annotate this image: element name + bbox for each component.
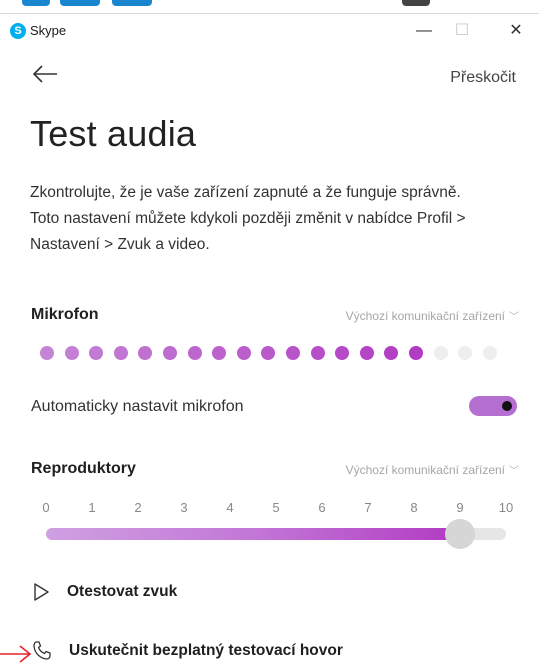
- chevron-down-icon: ﹀: [509, 466, 519, 477]
- close-button[interactable]: ✕: [498, 19, 534, 43]
- volume-tick: 6: [318, 500, 326, 515]
- maximize-button[interactable]: ☐: [444, 19, 480, 43]
- meter-dot: [187, 346, 202, 360]
- volume-tick: 4: [226, 500, 234, 515]
- play-icon: [34, 583, 49, 601]
- meter-dot: [40, 346, 54, 360]
- meter-dot: [310, 346, 325, 360]
- description-line: Zkontrolujte, že je vaše zařízení zapnut…: [30, 184, 461, 201]
- volume-tick: 10: [498, 500, 514, 515]
- microphone-device-select[interactable]: Výchozí komunikační zařízení ﹀: [345, 308, 519, 324]
- speakers-label: Reproduktory: [31, 460, 136, 477]
- back-button[interactable]: [32, 62, 58, 86]
- description: Zkontrolujte, že je vaše zařízení zapnut…: [30, 180, 530, 258]
- auto-mic-label: Automaticky nastavit mikrofon: [31, 398, 244, 415]
- volume-slider-track[interactable]: [46, 528, 506, 540]
- top-strip: [0, 0, 539, 14]
- meter-dot: [261, 346, 276, 360]
- page-title: Test audia: [30, 113, 197, 154]
- volume-tick: 3: [180, 500, 188, 515]
- app-title: Skype: [30, 23, 67, 38]
- minimize-button[interactable]: —: [406, 19, 442, 43]
- meter-dot: [64, 346, 79, 360]
- test-sound-button[interactable]: Otestovat zvuk: [31, 582, 177, 602]
- meter-dot: [335, 346, 350, 360]
- meter-dot: [359, 346, 374, 360]
- microphone-level-meter: [40, 346, 520, 362]
- arrow-left-icon: [32, 65, 57, 83]
- volume-slider-thumb[interactable]: [445, 519, 475, 549]
- description-line: Nastavení > Zvuk a video.: [30, 236, 210, 253]
- volume-tick: 5: [272, 500, 280, 515]
- meter-dot: [384, 346, 399, 360]
- top-tab-fragment: [22, 0, 50, 6]
- meter-dot: [138, 346, 153, 360]
- test-call-label: Uskutečnit bezplatný testovací hovor: [69, 642, 343, 659]
- microphone-device-value: Výchozí komunikační zařízení: [345, 308, 505, 323]
- red-annotation-arrow-icon: [0, 645, 32, 663]
- volume-slider-fill: [46, 528, 460, 540]
- skip-link[interactable]: Přeskočit: [450, 69, 516, 87]
- toggle-knob: [502, 401, 512, 411]
- chevron-down-icon: ﹀: [509, 312, 519, 323]
- volume-tick: 1: [88, 500, 96, 515]
- meter-dot: [212, 346, 227, 360]
- description-line: Toto nastavení můžete kdykoli později zm…: [30, 210, 466, 227]
- meter-dot: [482, 346, 497, 360]
- test-call-button[interactable]: Uskutečnit bezplatný testovací hovor: [31, 640, 343, 662]
- meter-dot: [113, 346, 128, 360]
- test-sound-label: Otestovat zvuk: [67, 583, 178, 600]
- meter-dot: [236, 346, 251, 360]
- meter-dot: [89, 346, 104, 360]
- microphone-label: Mikrofon: [31, 306, 99, 323]
- volume-tick: 8: [410, 500, 418, 515]
- meter-dot: [433, 346, 448, 360]
- top-tab-fragment: [112, 0, 152, 6]
- title-bar: S Skype — ☐ ✕: [0, 14, 539, 48]
- skype-logo-icon: S: [10, 23, 26, 39]
- top-tab-fragment: [60, 0, 100, 6]
- phone-icon: [33, 641, 51, 660]
- volume-tick-labels: 0 1 2 3 4 5 6 7 8 9 10: [31, 500, 521, 520]
- top-tab-fragment: [402, 0, 430, 6]
- volume-tick: 9: [456, 500, 464, 515]
- meter-dot: [409, 346, 423, 360]
- meter-dot: [286, 346, 300, 360]
- meter-dot: [163, 346, 177, 360]
- speakers-device-select[interactable]: Výchozí komunikační zařízení ﹀: [345, 462, 519, 478]
- meter-dot: [458, 346, 473, 360]
- auto-mic-toggle[interactable]: [469, 396, 517, 416]
- volume-tick: 7: [364, 500, 372, 515]
- volume-tick: 2: [134, 500, 142, 515]
- volume-tick: 0: [42, 500, 50, 515]
- speakers-device-value: Výchozí komunikační zařízení: [345, 462, 505, 477]
